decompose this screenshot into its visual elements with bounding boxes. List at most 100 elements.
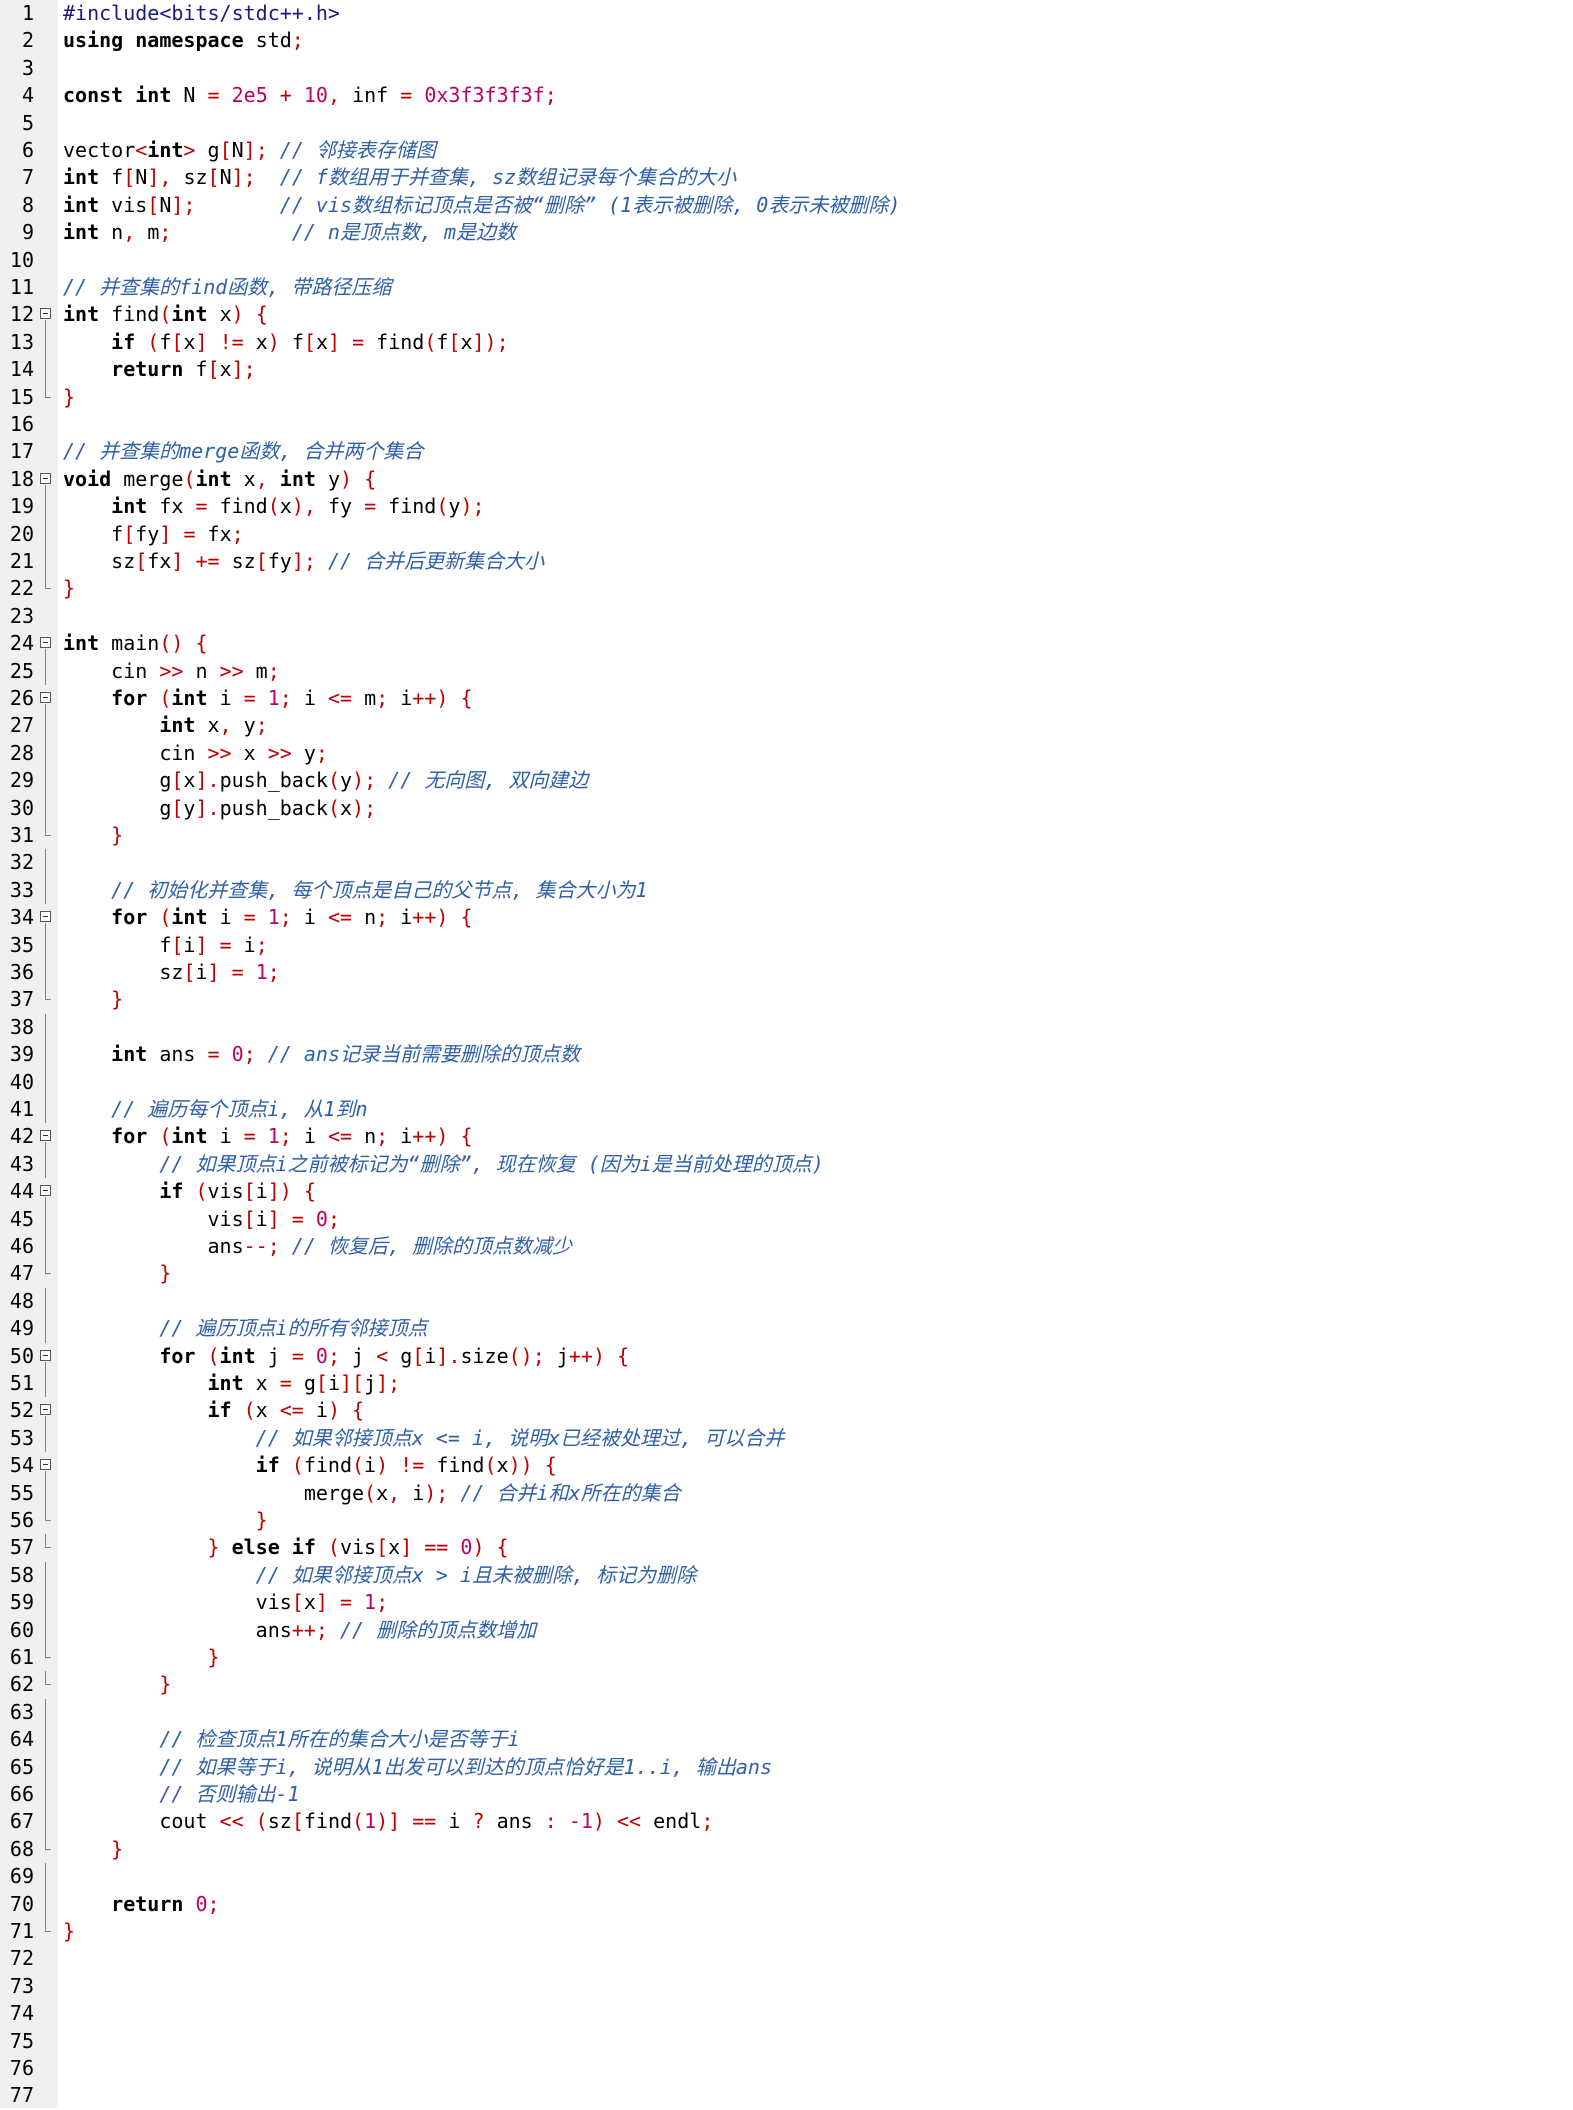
code-line[interactable]: 53 // 如果邻接顶点x <= i, 说明x已经被处理过, 可以合并 [0,1424,1573,1453]
fold-toggle-icon[interactable] [40,685,54,713]
code-line[interactable]: 44 if (vis[i]) { [0,1178,1573,1207]
code-line[interactable]: 25 cin >> n >> m; [0,657,1573,685]
code-line[interactable]: 72 [0,1945,1573,1972]
code-line[interactable]: 74 [0,2000,1573,2027]
code-line[interactable]: 13 if (f[x] != x) f[x] = find(f[x]); [0,328,1573,357]
code-line[interactable]: 61 } [0,1644,1573,1671]
collapse-icon[interactable] [40,692,51,703]
fold-toggle-icon[interactable] [40,1123,54,1152]
code-line[interactable]: 54 if (find(i) != find(x)) { [0,1452,1573,1481]
code-line[interactable]: 31 } [0,822,1573,849]
fold-toggle-icon[interactable] [40,466,54,494]
code-line[interactable]: 35 f[i] = i; [0,931,1573,959]
code-line[interactable]: 67 cout << (sz[find(1)] == i ? ans : -1)… [0,1808,1573,1836]
code-line[interactable]: 55 merge(x, i); // 合并i和x所在的集合 [0,1479,1573,1507]
collapse-icon[interactable] [40,472,51,484]
code-line[interactable]: 18 void merge(int x, int y) { [0,466,1573,494]
code-line[interactable]: 11 // 并查集的find函数, 带路径压缩 [0,274,1573,301]
code-line[interactable]: 43 // 如果顶点i之前被标记为“删除”, 现在恢复 (因为i是当前处理的顶点… [0,1150,1573,1179]
code-line[interactable]: 48 [0,1287,1573,1316]
code-line[interactable]: 73 [0,1973,1573,2000]
code-line[interactable]: 33 // 初始化并查集, 每个顶点是自己的父节点, 集合大小为1 [0,876,1573,905]
collapse-icon[interactable] [40,911,51,923]
code-line[interactable]: 77 [0,2082,1573,2109]
code-line[interactable]: 9 int n, m; // n是顶点数, m是边数 [0,219,1573,246]
code-line[interactable]: 10 [0,247,1573,274]
code-line[interactable]: 22} [0,575,1573,602]
code-line[interactable]: 41 // 遍历每个顶点i, 从1到n [0,1096,1573,1124]
code-line[interactable]: 46 ans--; // 恢复后, 删除的顶点数减少 [0,1233,1573,1261]
fold-toggle-icon[interactable] [40,1397,54,1426]
code-line[interactable]: 64 // 检查顶点1所在的集合大小是否等于i [0,1726,1573,1754]
fold-toggle-icon[interactable] [40,630,54,659]
code-token: sz [231,549,256,573]
code-line[interactable]: 56 } [0,1507,1573,1534]
code-line[interactable]: 45 vis[i] = 0; [0,1205,1573,1233]
code-line[interactable]: 30 g[y].push_back(x); [0,794,1573,822]
code-line[interactable]: 7 int f[N], sz[N]; // f数组用于并查集, sz数组记录每个集… [0,164,1573,191]
collapse-icon[interactable] [40,637,51,649]
code-line[interactable]: 20 f[fy] = fx; [0,520,1573,548]
code-line[interactable]: 47 } [0,1260,1573,1287]
code-line[interactable]: 65 // 如果等于i, 说明从1出发可以到达的顶点恰好是1..i, 输出ans [0,1753,1573,1781]
code-line[interactable]: 6 vector<int> g[N]; // 邻接表存储图 [0,137,1573,164]
code-line[interactable]: 68 } [0,1835,1573,1863]
code-line[interactable]: 40 [0,1068,1573,1096]
code-line[interactable]: 24 int main() { [0,630,1573,659]
code-line[interactable]: 16 [0,411,1573,438]
fold-toggle-icon[interactable] [40,1452,54,1481]
code-line[interactable]: 27 int x, y; [0,712,1573,740]
code-line[interactable]: 76 [0,2055,1573,2082]
fold-toggle-icon[interactable] [40,301,54,330]
collapse-icon[interactable] [40,1130,51,1142]
code-line[interactable]: 17 // 并查集的merge函数, 合并两个集合 [0,438,1573,465]
collapse-icon[interactable] [40,1349,51,1361]
code-line[interactable]: 23 [0,603,1573,630]
code-line[interactable]: 21 sz[fx] += sz[fy]; // 合并后更新集合大小 [0,548,1573,576]
code-line[interactable]: 75 [0,2028,1573,2055]
code-line[interactable]: 39 int ans = 0; // ans记录当前需要删除的顶点数 [0,1041,1573,1069]
code-line[interactable]: 62 } [0,1671,1573,1698]
code-line[interactable]: 29 g[x].push_back(y); // 无向图, 双向建边 [0,767,1573,795]
code-line[interactable]: 3 [0,55,1573,82]
code-line[interactable]: 70 return 0; [0,1890,1573,1918]
fold-toggle-icon[interactable] [40,1178,54,1207]
code-line[interactable]: 63 [0,1698,1573,1727]
code-line[interactable]: 2 using namespace std; [0,27,1573,54]
code-line[interactable]: 66 // 否则输出-1 [0,1781,1573,1809]
code-line[interactable]: 42 for (int i = 1; i <= n; i++) { [0,1123,1573,1152]
code-line[interactable]: 36 sz[i] = 1; [0,959,1573,987]
code-line[interactable]: 32 [0,849,1573,877]
code-line[interactable]: 15} [0,383,1573,411]
collapse-icon[interactable] [40,308,51,320]
code-line[interactable]: 26 for (int i = 1; i <= m; i++) { [0,685,1573,713]
fold-toggle-icon[interactable] [40,904,54,933]
code-line[interactable]: 59 vis[x] = 1; [0,1589,1573,1617]
code-line[interactable]: 4 const int N = 2e5 + 10, inf = 0x3f3f3f3… [0,82,1573,109]
code-line[interactable]: 28 cin >> x >> y; [0,739,1573,768]
code-line[interactable]: 58 // 如果邻接顶点x > i且未被删除, 标记为删除 [0,1561,1573,1590]
collapse-icon[interactable] [40,1404,51,1416]
code-line[interactable]: 51 int x = g[i][j]; [0,1370,1573,1398]
collapse-icon[interactable] [40,1459,51,1471]
code-line[interactable]: 50 for (int j = 0; j < g[i].size(); j++)… [0,1343,1573,1371]
code-line[interactable]: 60 ans++; // 删除的顶点数增加 [0,1616,1573,1644]
code-line[interactable]: 19 int fx = find(x), fy = find(y); [0,493,1573,521]
code-line[interactable]: 57 } else if (vis[x] == 0) { [0,1534,1573,1561]
code-line[interactable]: 71} [0,1918,1573,1945]
code-line[interactable]: 34 for (int i = 1; i <= n; i++) { [0,904,1573,933]
code-line[interactable]: 14 return f[x]; [0,356,1573,384]
code-line[interactable]: 49 // 遍历顶点i的所有邻接顶点 [0,1315,1573,1343]
code-editor[interactable]: 1 #include<bits/stdc++.h> 2 using namespace… [0,0,1573,2108]
code-line[interactable]: 37 } [0,986,1573,1013]
fold-toggle-icon[interactable] [40,1343,54,1371]
code-line[interactable]: 38 [0,1013,1573,1042]
code-line[interactable]: 1 #include<bits/stdc++.h> [0,0,1573,27]
code-line[interactable]: 69 [0,1863,1573,1891]
code-line[interactable]: 5 [0,110,1573,137]
code-line[interactable]: 12 int find(int x) { [0,301,1573,330]
code-line[interactable]: 8 int vis[N]; // vis数组标记顶点是否被“删除” (1表示被删除… [0,192,1573,219]
code-token: ] = [315,1590,365,1615]
code-line[interactable]: 52 if (x <= i) { [0,1397,1573,1426]
collapse-icon[interactable] [40,1185,51,1197]
